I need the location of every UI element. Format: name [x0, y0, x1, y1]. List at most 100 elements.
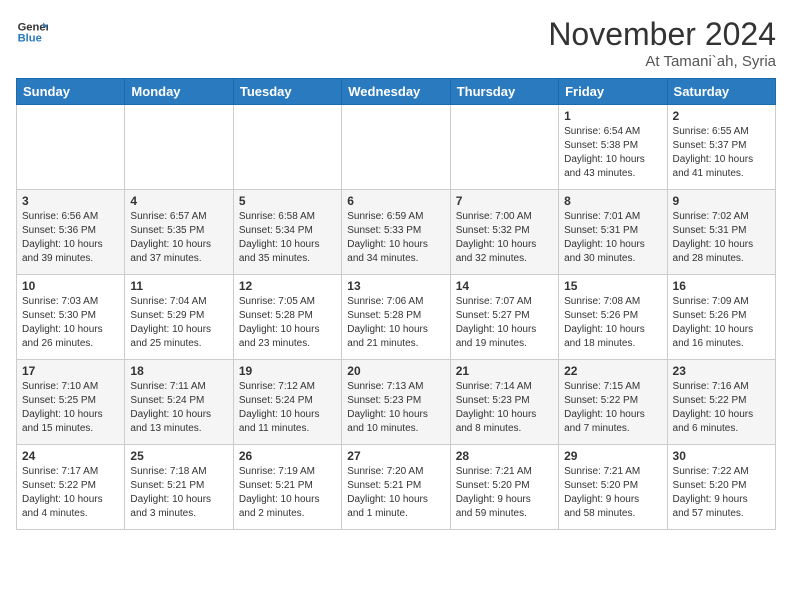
calendar-cell: 18 Sunrise: 7:11 AM Sunset: 5:24 PM Dayli…	[125, 360, 233, 445]
calendar-cell: 5 Sunrise: 6:58 AM Sunset: 5:34 PM Daylig…	[233, 190, 341, 275]
day-number: 3	[22, 194, 119, 208]
day-info: Sunrise: 7:01 AM Sunset: 5:31 PM Dayligh…	[564, 210, 661, 266]
svg-text:Blue: Blue	[18, 33, 42, 45]
day-number: 15	[564, 279, 661, 293]
header-friday: Friday	[559, 79, 667, 105]
calendar-cell	[17, 105, 125, 190]
header-wednesday: Wednesday	[342, 79, 450, 105]
day-number: 10	[22, 279, 119, 293]
calendar-cell: 3 Sunrise: 6:56 AM Sunset: 5:36 PM Daylig…	[17, 190, 125, 275]
calendar-table: SundayMondayTuesdayWednesdayThursdayFrid…	[16, 78, 776, 530]
calendar-cell: 25Sunrise: 7:18 AM Sunset: 5:21 PM Dayli…	[125, 445, 233, 530]
calendar-cell: 29Sunrise: 7:21 AM Sunset: 5:20 PM Dayli…	[559, 445, 667, 530]
calendar-cell: 2Sunrise: 6:55 AM Sunset: 5:37 PM Daylig…	[667, 105, 775, 190]
day-info: Sunrise: 7:08 AM Sunset: 5:26 PM Dayligh…	[564, 295, 661, 351]
month-title: November 2024	[548, 16, 776, 53]
header-tuesday: Tuesday	[233, 79, 341, 105]
header-thursday: Thursday	[450, 79, 558, 105]
calendar-week-5: 24 Sunrise: 7:17 AM Sunset: 5:22 PM Dayli…	[17, 445, 776, 530]
logo-icon: General Blue	[16, 16, 48, 48]
day-number: 27	[347, 449, 444, 463]
logo: General Blue	[16, 16, 48, 48]
day-number: 23	[673, 364, 770, 378]
day-info: Sunrise: 7:17 AM Sunset: 5:22 PM Dayligh…	[22, 465, 119, 521]
calendar-week-3: 10 Sunrise: 7:03 AM Sunset: 5:30 PM Dayli…	[17, 275, 776, 360]
day-info: Sunrise: 6:59 AM Sunset: 5:33 PM Dayligh…	[347, 210, 444, 266]
day-number: 18	[130, 364, 227, 378]
calendar-cell: 14 Sunrise: 7:07 AM Sunset: 5:27 PM Dayli…	[450, 275, 558, 360]
day-info: Sunrise: 7:06 AM Sunset: 5:28 PM Dayligh…	[347, 295, 444, 351]
calendar-cell	[125, 105, 233, 190]
calendar-cell	[450, 105, 558, 190]
day-info: Sunrise: 7:07 AM Sunset: 5:27 PM Dayligh…	[456, 295, 553, 351]
day-number: 14	[456, 279, 553, 293]
calendar-cell	[342, 105, 450, 190]
calendar-cell: 20Sunrise: 7:13 AM Sunset: 5:23 PM Dayli…	[342, 360, 450, 445]
calendar-cell: 10 Sunrise: 7:03 AM Sunset: 5:30 PM Dayli…	[17, 275, 125, 360]
day-number: 7	[456, 194, 553, 208]
calendar-cell: 13 Sunrise: 7:06 AM Sunset: 5:28 PM Dayli…	[342, 275, 450, 360]
location: At Tamani`ah, Syria	[548, 53, 776, 70]
title-block: November 2024 At Tamani`ah, Syria	[548, 16, 776, 70]
calendar-header-row: SundayMondayTuesdayWednesdayThursdayFrid…	[17, 79, 776, 105]
day-info: Sunrise: 7:02 AM Sunset: 5:31 PM Dayligh…	[673, 210, 770, 266]
day-info: Sunrise: 7:03 AM Sunset: 5:30 PM Dayligh…	[22, 295, 119, 351]
day-number: 11	[130, 279, 227, 293]
day-info: Sunrise: 7:20 AM Sunset: 5:21 PM Dayligh…	[347, 465, 444, 521]
day-number: 24	[22, 449, 119, 463]
day-number: 8	[564, 194, 661, 208]
day-info: Sunrise: 7:10 AM Sunset: 5:25 PM Dayligh…	[22, 380, 119, 436]
header-sunday: Sunday	[17, 79, 125, 105]
day-info: Sunrise: 7:05 AM Sunset: 5:28 PM Dayligh…	[239, 295, 336, 351]
day-number: 21	[456, 364, 553, 378]
calendar-cell: 30 Sunrise: 7:22 AM Sunset: 5:20 PM Dayli…	[667, 445, 775, 530]
calendar-cell: 12 Sunrise: 7:05 AM Sunset: 5:28 PM Dayli…	[233, 275, 341, 360]
calendar-cell: 17 Sunrise: 7:10 AM Sunset: 5:25 PM Dayli…	[17, 360, 125, 445]
day-number: 12	[239, 279, 336, 293]
day-info: Sunrise: 7:19 AM Sunset: 5:21 PM Dayligh…	[239, 465, 336, 521]
day-number: 17	[22, 364, 119, 378]
day-info: Sunrise: 7:00 AM Sunset: 5:32 PM Dayligh…	[456, 210, 553, 266]
calendar-cell: 22 Sunrise: 7:15 AM Sunset: 5:22 PM Dayli…	[559, 360, 667, 445]
day-number: 28	[456, 449, 553, 463]
day-number: 5	[239, 194, 336, 208]
day-number: 13	[347, 279, 444, 293]
day-number: 9	[673, 194, 770, 208]
day-info: Sunrise: 7:13 AM Sunset: 5:23 PM Dayligh…	[347, 380, 444, 436]
day-info: Sunrise: 7:14 AM Sunset: 5:23 PM Dayligh…	[456, 380, 553, 436]
calendar-cell: 27 Sunrise: 7:20 AM Sunset: 5:21 PM Dayli…	[342, 445, 450, 530]
day-info: Sunrise: 6:56 AM Sunset: 5:36 PM Dayligh…	[22, 210, 119, 266]
calendar-cell: 11 Sunrise: 7:04 AM Sunset: 5:29 PM Dayli…	[125, 275, 233, 360]
day-number: 1	[564, 109, 661, 123]
calendar-cell	[233, 105, 341, 190]
calendar-cell: 9 Sunrise: 7:02 AM Sunset: 5:31 PM Daylig…	[667, 190, 775, 275]
calendar-cell: 8 Sunrise: 7:01 AM Sunset: 5:31 PM Daylig…	[559, 190, 667, 275]
calendar-cell: 24 Sunrise: 7:17 AM Sunset: 5:22 PM Dayli…	[17, 445, 125, 530]
day-number: 19	[239, 364, 336, 378]
day-info: Sunrise: 7:22 AM Sunset: 5:20 PM Dayligh…	[673, 465, 770, 521]
page-header: General Blue November 2024 At Tamani`ah,…	[16, 16, 776, 70]
calendar-week-1: 1Sunrise: 6:54 AM Sunset: 5:38 PM Daylig…	[17, 105, 776, 190]
day-number: 16	[673, 279, 770, 293]
day-number: 30	[673, 449, 770, 463]
calendar-cell: 1Sunrise: 6:54 AM Sunset: 5:38 PM Daylig…	[559, 105, 667, 190]
calendar-cell: 19Sunrise: 7:12 AM Sunset: 5:24 PM Dayli…	[233, 360, 341, 445]
day-info: Sunrise: 7:21 AM Sunset: 5:20 PM Dayligh…	[564, 465, 661, 521]
day-number: 22	[564, 364, 661, 378]
day-info: Sunrise: 6:58 AM Sunset: 5:34 PM Dayligh…	[239, 210, 336, 266]
day-info: Sunrise: 7:11 AM Sunset: 5:24 PM Dayligh…	[130, 380, 227, 436]
day-info: Sunrise: 7:16 AM Sunset: 5:22 PM Dayligh…	[673, 380, 770, 436]
calendar-week-2: 3 Sunrise: 6:56 AM Sunset: 5:36 PM Daylig…	[17, 190, 776, 275]
calendar-cell: 15 Sunrise: 7:08 AM Sunset: 5:26 PM Dayli…	[559, 275, 667, 360]
calendar-cell: 28Sunrise: 7:21 AM Sunset: 5:20 PM Dayli…	[450, 445, 558, 530]
calendar-cell: 7 Sunrise: 7:00 AM Sunset: 5:32 PM Daylig…	[450, 190, 558, 275]
header-saturday: Saturday	[667, 79, 775, 105]
day-number: 26	[239, 449, 336, 463]
calendar-week-4: 17 Sunrise: 7:10 AM Sunset: 5:25 PM Dayli…	[17, 360, 776, 445]
day-number: 2	[673, 109, 770, 123]
day-info: Sunrise: 7:15 AM Sunset: 5:22 PM Dayligh…	[564, 380, 661, 436]
calendar-cell: 4Sunrise: 6:57 AM Sunset: 5:35 PM Daylig…	[125, 190, 233, 275]
day-number: 6	[347, 194, 444, 208]
day-info: Sunrise: 7:04 AM Sunset: 5:29 PM Dayligh…	[130, 295, 227, 351]
calendar-cell: 23 Sunrise: 7:16 AM Sunset: 5:22 PM Dayli…	[667, 360, 775, 445]
